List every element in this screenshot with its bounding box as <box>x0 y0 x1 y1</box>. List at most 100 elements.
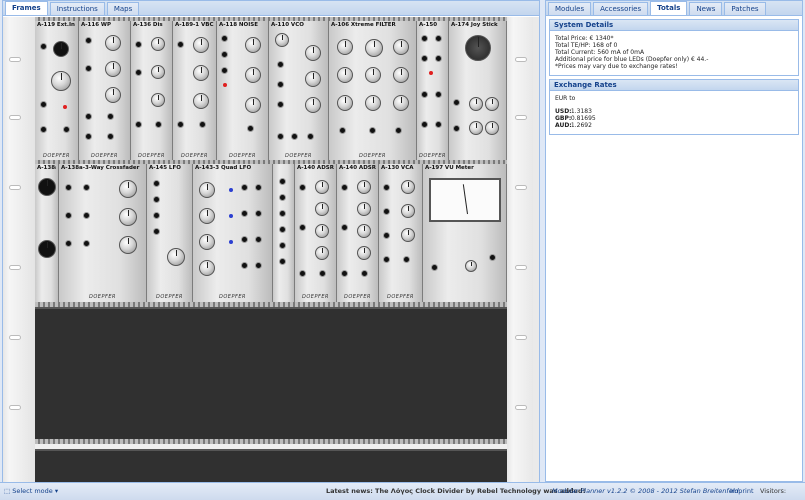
module-vbc[interactable]: A-189-1 VBC DOEPFER <box>173 21 217 161</box>
vertical-scrollbar[interactable] <box>533 17 539 482</box>
jack[interactable] <box>341 270 348 277</box>
jack[interactable] <box>241 210 248 217</box>
tab-accessories[interactable]: Accessories <box>593 2 649 15</box>
module-dis[interactable]: A-136 Dis DOEPFER <box>131 21 173 161</box>
jack[interactable] <box>383 208 390 215</box>
knob[interactable] <box>365 95 381 111</box>
jack[interactable] <box>435 91 442 98</box>
tab-instructions[interactable]: Instructions <box>49 2 105 15</box>
knob[interactable] <box>193 37 209 53</box>
select-mode-button[interactable]: ⬚ Select mode ▾ <box>4 483 58 499</box>
jack[interactable] <box>361 270 368 277</box>
jack[interactable] <box>241 262 248 269</box>
jack[interactable] <box>341 224 348 231</box>
jack[interactable] <box>153 228 160 235</box>
knob[interactable] <box>193 93 209 109</box>
knob[interactable] <box>119 236 137 254</box>
jack[interactable] <box>153 196 160 203</box>
jack[interactable] <box>85 113 92 120</box>
jack[interactable] <box>247 125 254 132</box>
knob[interactable] <box>357 224 371 238</box>
module-multi[interactable] <box>273 164 295 302</box>
knob[interactable] <box>245 37 261 53</box>
knob[interactable] <box>275 33 289 47</box>
frequency-knob[interactable] <box>365 39 383 57</box>
jack[interactable] <box>395 127 402 134</box>
jack[interactable] <box>241 184 248 191</box>
tab-news[interactable]: News <box>689 2 723 15</box>
knob[interactable] <box>151 65 165 79</box>
jack[interactable] <box>40 101 47 108</box>
jack[interactable] <box>277 61 284 68</box>
jack[interactable] <box>279 178 286 185</box>
jack[interactable] <box>369 127 376 134</box>
jack[interactable] <box>83 184 90 191</box>
jack[interactable] <box>65 184 72 191</box>
knob[interactable] <box>245 97 261 113</box>
jack[interactable] <box>279 226 286 233</box>
jack[interactable] <box>177 121 184 128</box>
jack[interactable] <box>255 236 262 243</box>
knob[interactable] <box>393 39 409 55</box>
jack[interactable] <box>83 212 90 219</box>
tab-patches[interactable]: Patches <box>724 2 766 15</box>
jack[interactable] <box>277 101 284 108</box>
jack[interactable] <box>221 35 228 42</box>
imprint-link[interactable]: Imprint <box>730 483 754 499</box>
jack[interactable] <box>83 240 90 247</box>
jack[interactable] <box>107 133 114 140</box>
joystick-icon[interactable] <box>465 35 491 61</box>
jack[interactable] <box>279 210 286 217</box>
knob[interactable] <box>193 65 209 81</box>
jack[interactable] <box>199 121 206 128</box>
jack[interactable] <box>85 37 92 44</box>
knob[interactable] <box>365 67 381 83</box>
module-noise[interactable]: A-118 NOISE DOEPFER <box>217 21 269 161</box>
jack[interactable] <box>277 133 284 140</box>
module-vu-meter[interactable]: A-197 VU Meter <box>423 164 507 302</box>
gain-knob[interactable] <box>51 71 71 91</box>
knob[interactable] <box>315 246 329 260</box>
jack[interactable] <box>279 258 286 265</box>
jack[interactable] <box>255 262 262 269</box>
knob[interactable] <box>315 224 329 238</box>
tab-modules[interactable]: Modules <box>548 2 592 15</box>
jack[interactable] <box>421 91 428 98</box>
jack[interactable] <box>421 35 428 42</box>
jack[interactable] <box>107 113 114 120</box>
knob[interactable] <box>357 246 371 260</box>
knob[interactable] <box>393 67 409 83</box>
knob[interactable] <box>105 35 121 51</box>
input-jack[interactable] <box>40 43 47 50</box>
jack[interactable] <box>221 51 228 58</box>
empty-rack-row[interactable] <box>35 307 507 439</box>
jack[interactable] <box>277 81 284 88</box>
knob[interactable] <box>315 180 329 194</box>
knob[interactable] <box>199 234 215 250</box>
knob[interactable] <box>151 93 165 107</box>
tab-maps[interactable]: Maps <box>106 2 140 15</box>
module-vca[interactable]: A-130 VCA DOEPFER <box>379 164 423 302</box>
knob[interactable] <box>401 204 415 218</box>
knob[interactable] <box>305 97 321 113</box>
knob[interactable] <box>199 208 215 224</box>
jack[interactable] <box>307 133 314 140</box>
jack[interactable] <box>63 126 70 133</box>
knob[interactable] <box>199 260 215 276</box>
knob[interactable] <box>151 37 165 51</box>
jack[interactable] <box>341 184 348 191</box>
knob[interactable] <box>119 208 137 226</box>
knob[interactable] <box>315 202 329 216</box>
jack[interactable] <box>85 133 92 140</box>
knob[interactable] <box>337 67 353 83</box>
jack[interactable] <box>453 99 460 106</box>
jack[interactable] <box>291 133 298 140</box>
jack[interactable] <box>435 35 442 42</box>
jack[interactable] <box>299 184 306 191</box>
module-xtreme-filter[interactable]: A-106 Xtreme FILTER DOEPFER <box>329 21 417 161</box>
jack[interactable] <box>453 125 460 132</box>
jack[interactable] <box>279 194 286 201</box>
jack[interactable] <box>279 242 286 249</box>
jack[interactable] <box>435 55 442 62</box>
jack[interactable] <box>403 256 410 263</box>
